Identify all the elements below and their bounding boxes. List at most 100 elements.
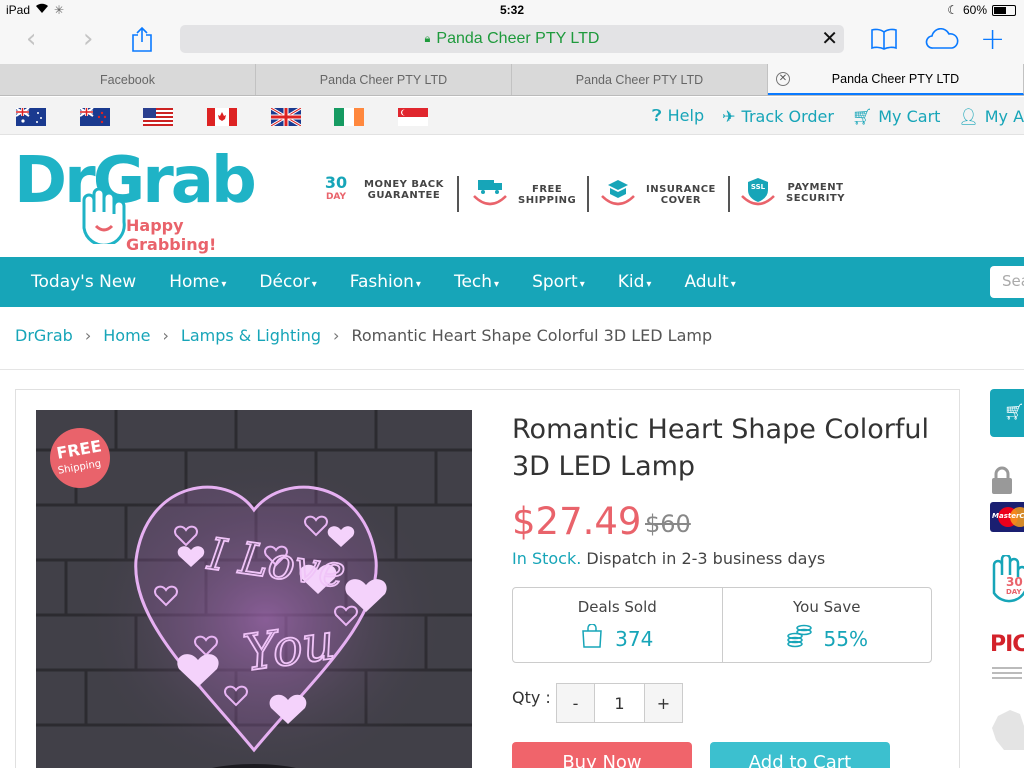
add-to-cart-button[interactable]: Add to Cart — [710, 742, 890, 768]
tab-label: Panda Cheer PTY LTD — [319, 72, 448, 87]
badge-line: SHIPPING — [518, 195, 577, 206]
tab-facebook[interactable]: Facebook — [0, 64, 256, 95]
menu-fashion[interactable]: Fashion ▾ — [350, 272, 421, 292]
breadcrumb-drgrab[interactable]: DrGrab — [15, 326, 73, 345]
new-tab-icon[interactable]: + — [980, 22, 1005, 57]
menu-label: Sport — [532, 272, 578, 292]
tab-panda-cheer-active[interactable]: ✕ Panda Cheer PTY LTD — [768, 64, 1024, 95]
tab-bar: Facebook Panda Cheer PTY LTD Panda Cheer… — [0, 64, 1024, 96]
lock-icon: 🔒︎ — [424, 32, 431, 45]
picc-logo: PICC — [990, 632, 1024, 657]
quantity-decrease-button[interactable]: - — [557, 684, 595, 722]
site-topbar: ❓︎ Help ✈Track Order 🛒︎My Cart 👤︎My Acc — [0, 97, 1024, 135]
cart-icon: 🛒︎ — [1004, 402, 1024, 421]
status-bar: iPad ✳ 5:32 ☾ 60% — [0, 0, 1024, 22]
track-order-label: Track Order — [741, 106, 834, 126]
badge-line: PAYMENT — [787, 182, 844, 193]
tab-label: Facebook — [100, 72, 155, 87]
quantity-increase-button[interactable]: + — [644, 684, 682, 722]
badge-unit: DAY — [325, 192, 347, 202]
help-link[interactable]: ❓︎ Help — [652, 106, 704, 126]
breadcrumb-lamps[interactable]: Lamps & Lighting — [181, 326, 321, 345]
menu-label: Décor — [259, 272, 310, 292]
quantity-label: Qty : — [512, 688, 551, 707]
browser-toolbar: ‹ › 🔒︎ Panda Cheer PTY LTD ✕ + — [0, 22, 1024, 64]
menu-kid[interactable]: Kid ▾ — [618, 272, 652, 292]
menu-sport[interactable]: Sport ▾ — [532, 272, 585, 292]
track-order-link[interactable]: ✈ Track Order — [722, 107, 834, 126]
menu-label: Adult — [684, 272, 729, 292]
main-menu: Today's New Home ▾ Décor ▾ Fashion ▾ Tech ▾ … — [0, 257, 1024, 307]
coins-icon — [786, 624, 812, 653]
thirty-day-hand-icon: 30 DAY — [988, 553, 1024, 611]
badge-line: GUARANTEE — [367, 190, 441, 201]
singapore-flag[interactable] — [398, 108, 428, 126]
back-icon[interactable]: ‹ — [26, 24, 36, 54]
usa-flag[interactable] — [143, 108, 173, 126]
menu-decor[interactable]: Décor ▾ — [259, 272, 316, 292]
user-icon: 👤︎ — [958, 106, 979, 126]
clock: 5:32 — [499, 3, 525, 17]
battery-percent: 60% — [962, 3, 987, 17]
ireland-flag[interactable] — [334, 108, 364, 126]
caret-down-icon: ▾ — [221, 279, 227, 290]
badge-num: 30 — [324, 173, 348, 192]
tab-panda-cheer-2[interactable]: Panda Cheer PTY LTD — [512, 64, 768, 95]
deals-sold-value: 374 — [615, 626, 654, 651]
product-price: $27.49 — [512, 500, 642, 543]
plane-icon: ✈ — [722, 106, 736, 126]
caret-down-icon: ▾ — [415, 279, 421, 290]
icloud-tabs-icon[interactable] — [924, 28, 960, 54]
new-zealand-flag[interactable] — [80, 108, 110, 126]
free-shipping-badge: FREE SHIPPING — [470, 176, 576, 214]
quantity-stepper: - 1 + — [556, 683, 683, 723]
caret-down-icon: ▾ — [311, 279, 317, 290]
side-day: DAY — [1006, 588, 1022, 596]
menu-todays-new[interactable]: Today's New — [31, 272, 136, 292]
stock-info: In Stock. Dispatch in 2-3 business days — [512, 549, 825, 568]
cart-icon: 🛒︎ — [851, 106, 873, 126]
quantity-input[interactable]: 1 — [595, 684, 644, 722]
uk-flag[interactable] — [271, 108, 301, 126]
tagline: Happy Grabbing! — [126, 216, 217, 254]
my-account-link[interactable]: 👤︎My Acc — [958, 107, 1024, 126]
chevron-right-icon: › — [333, 326, 340, 345]
divider — [0, 369, 1024, 370]
logo-text: DrGrab — [14, 144, 257, 218]
my-account-label: My Acc — [984, 106, 1024, 126]
breadcrumb-home[interactable]: Home — [103, 326, 150, 345]
logo[interactable]: DrGrab Happy Grabbing! — [14, 144, 278, 254]
buy-now-button[interactable]: Buy Now — [512, 742, 692, 768]
ssl-label: SSL — [750, 183, 766, 191]
menu-tech[interactable]: Tech ▾ — [454, 272, 499, 292]
ssl-shield-icon: SSL — [738, 176, 778, 210]
tab-panda-cheer-1[interactable]: Panda Cheer PTY LTD — [256, 64, 512, 95]
share-icon[interactable] — [131, 26, 153, 56]
hand-icon — [74, 187, 132, 248]
chevron-right-icon: › — [162, 326, 169, 345]
deals-sold-stat: Deals Sold 374 — [513, 588, 722, 662]
picc-fineprint-icon — [990, 664, 1024, 686]
canada-flag[interactable] — [207, 108, 237, 126]
forward-icon[interactable]: › — [83, 24, 93, 54]
badge-line: FREE — [532, 184, 563, 195]
address-bar[interactable]: 🔒︎ Panda Cheer PTY LTD ✕ — [180, 25, 844, 53]
chevron-right-icon: › — [84, 326, 92, 345]
search-input[interactable]: Sea — [990, 266, 1024, 298]
clear-url-icon[interactable]: ✕ — [821, 29, 838, 49]
padlock-icon — [990, 465, 1014, 499]
deals-sold-label: Deals Sold — [577, 598, 657, 616]
product-image[interactable]: I Love You FREE Shipping — [36, 410, 472, 768]
thirty-day-icon: 30 DAY — [316, 173, 356, 204]
close-tab-icon[interactable]: ✕ — [776, 72, 790, 86]
my-cart-link[interactable]: 🛒︎ My Cart — [852, 107, 941, 126]
menu-adult[interactable]: Adult ▾ — [684, 272, 735, 292]
floating-cart-button[interactable]: 🛒︎ — [990, 389, 1024, 437]
bookmarks-icon[interactable] — [870, 28, 898, 54]
menu-home[interactable]: Home ▾ — [169, 272, 226, 292]
menu-label: Home — [169, 272, 220, 292]
product-title: Romantic Heart Shape Colorful 3D LED Lam… — [512, 414, 930, 482]
moon-icon: ☾ — [947, 3, 958, 17]
stock-status: In Stock. — [512, 549, 582, 568]
australia-flag[interactable] — [16, 108, 46, 126]
